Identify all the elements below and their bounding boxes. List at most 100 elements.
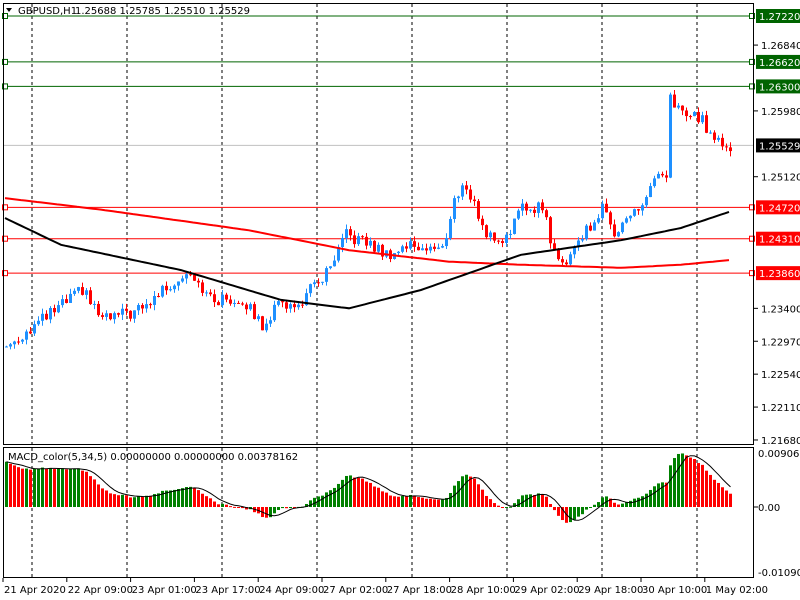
candle-body [465,185,468,190]
macd-bar [481,489,484,507]
macd-bar [421,497,424,507]
candle-body [421,248,424,251]
candle-body [585,225,588,239]
macd-bar [693,459,696,507]
macd-bar [85,471,88,507]
candle-body [425,248,428,251]
candle-body [117,313,120,315]
candle-body [81,287,84,295]
macd-bar [529,494,532,507]
candle-body [697,112,700,123]
candle-body [329,266,332,269]
candle-body [85,290,88,295]
candle-body [225,294,228,300]
time-label: 1 May 02:00 [706,585,768,596]
candle-body [121,308,124,315]
macd-bar [217,504,220,507]
macd-bar [169,490,172,507]
macd-bar [721,487,724,507]
candle-body [289,304,292,309]
candle-body [417,246,420,251]
macd-bar [265,507,268,518]
candle-body [601,203,604,219]
candle-body [241,303,244,305]
macd-bar [537,493,540,507]
macd-bar [729,493,732,507]
candle-body [537,202,540,213]
candle-body [617,232,620,237]
macd-bar [289,507,292,508]
macd-bar [501,507,504,508]
macd-bar [97,484,100,507]
candle-body [297,304,300,308]
time-label: 23 Apr 17:00 [195,585,260,596]
price-label: 1.26840 [761,41,800,52]
macd-bar [397,496,400,507]
level-badge-label: 1.23860 [759,269,800,280]
current-price-label: 1.25529 [759,141,800,152]
chart-window[interactable]: 1.26840 1.25980 1.25120 1.23400 1.22970 1.225… [0,0,800,600]
candle-body [261,316,264,331]
candle-body [521,203,524,211]
candle-body [469,189,472,200]
candle-body [53,308,56,313]
candle-body [173,285,176,290]
macd-bar [357,477,360,507]
macd-bar [389,495,392,507]
candle-body [273,304,276,321]
candle-body [661,173,664,176]
candle-body [473,199,476,202]
candle-body [97,303,100,316]
macd-bar [65,469,68,507]
macd-bar [101,488,104,507]
macd-bar [25,468,28,507]
candle-body [265,323,268,331]
time-label: 23 Apr 01:00 [132,585,197,596]
candle-body [245,304,248,310]
candle-body [645,197,648,206]
macd-bar [29,469,32,507]
macd-bar [145,495,148,507]
time-label: 29 Apr 02:00 [514,585,579,596]
price-label: 1.25120 [761,173,800,184]
macd-bar [717,482,720,507]
time-label: 29 Apr 18:00 [578,585,643,596]
candle-body [257,316,260,320]
macd-bar [613,502,616,507]
macd-bar [221,503,224,507]
macd-bar [21,468,24,507]
time-label: 28 Apr 10:00 [451,585,516,596]
candle-body [513,218,516,234]
candle-body [321,281,324,283]
candle-body [153,295,156,305]
candle-body [409,241,412,249]
candle-body [33,324,36,334]
candle-body [529,209,532,211]
candle-body [197,280,200,283]
candle-body [69,293,72,303]
candle-body [193,274,196,281]
candle-body [41,313,44,321]
candle-body [109,313,112,320]
candle-body [485,225,488,238]
candle-body [73,290,76,294]
macd-bar [81,470,84,507]
candle-body [169,289,172,291]
macd-bar [5,461,8,507]
candle-body [65,299,68,303]
candle-body [541,202,544,211]
macd-bar [505,507,508,508]
candle-body [517,210,520,219]
macd-bar [649,489,652,507]
macd-bar [105,490,108,507]
macd-bar [45,468,48,507]
price-label: 1.25980 [761,107,800,118]
macd-bar [629,500,632,507]
macd-bar [621,503,624,507]
macd-bar [141,496,144,507]
macd-bar [677,453,680,507]
macd-bar [321,495,324,507]
candle-body [689,116,692,118]
candle-body [133,310,136,319]
candle-body [21,339,24,342]
